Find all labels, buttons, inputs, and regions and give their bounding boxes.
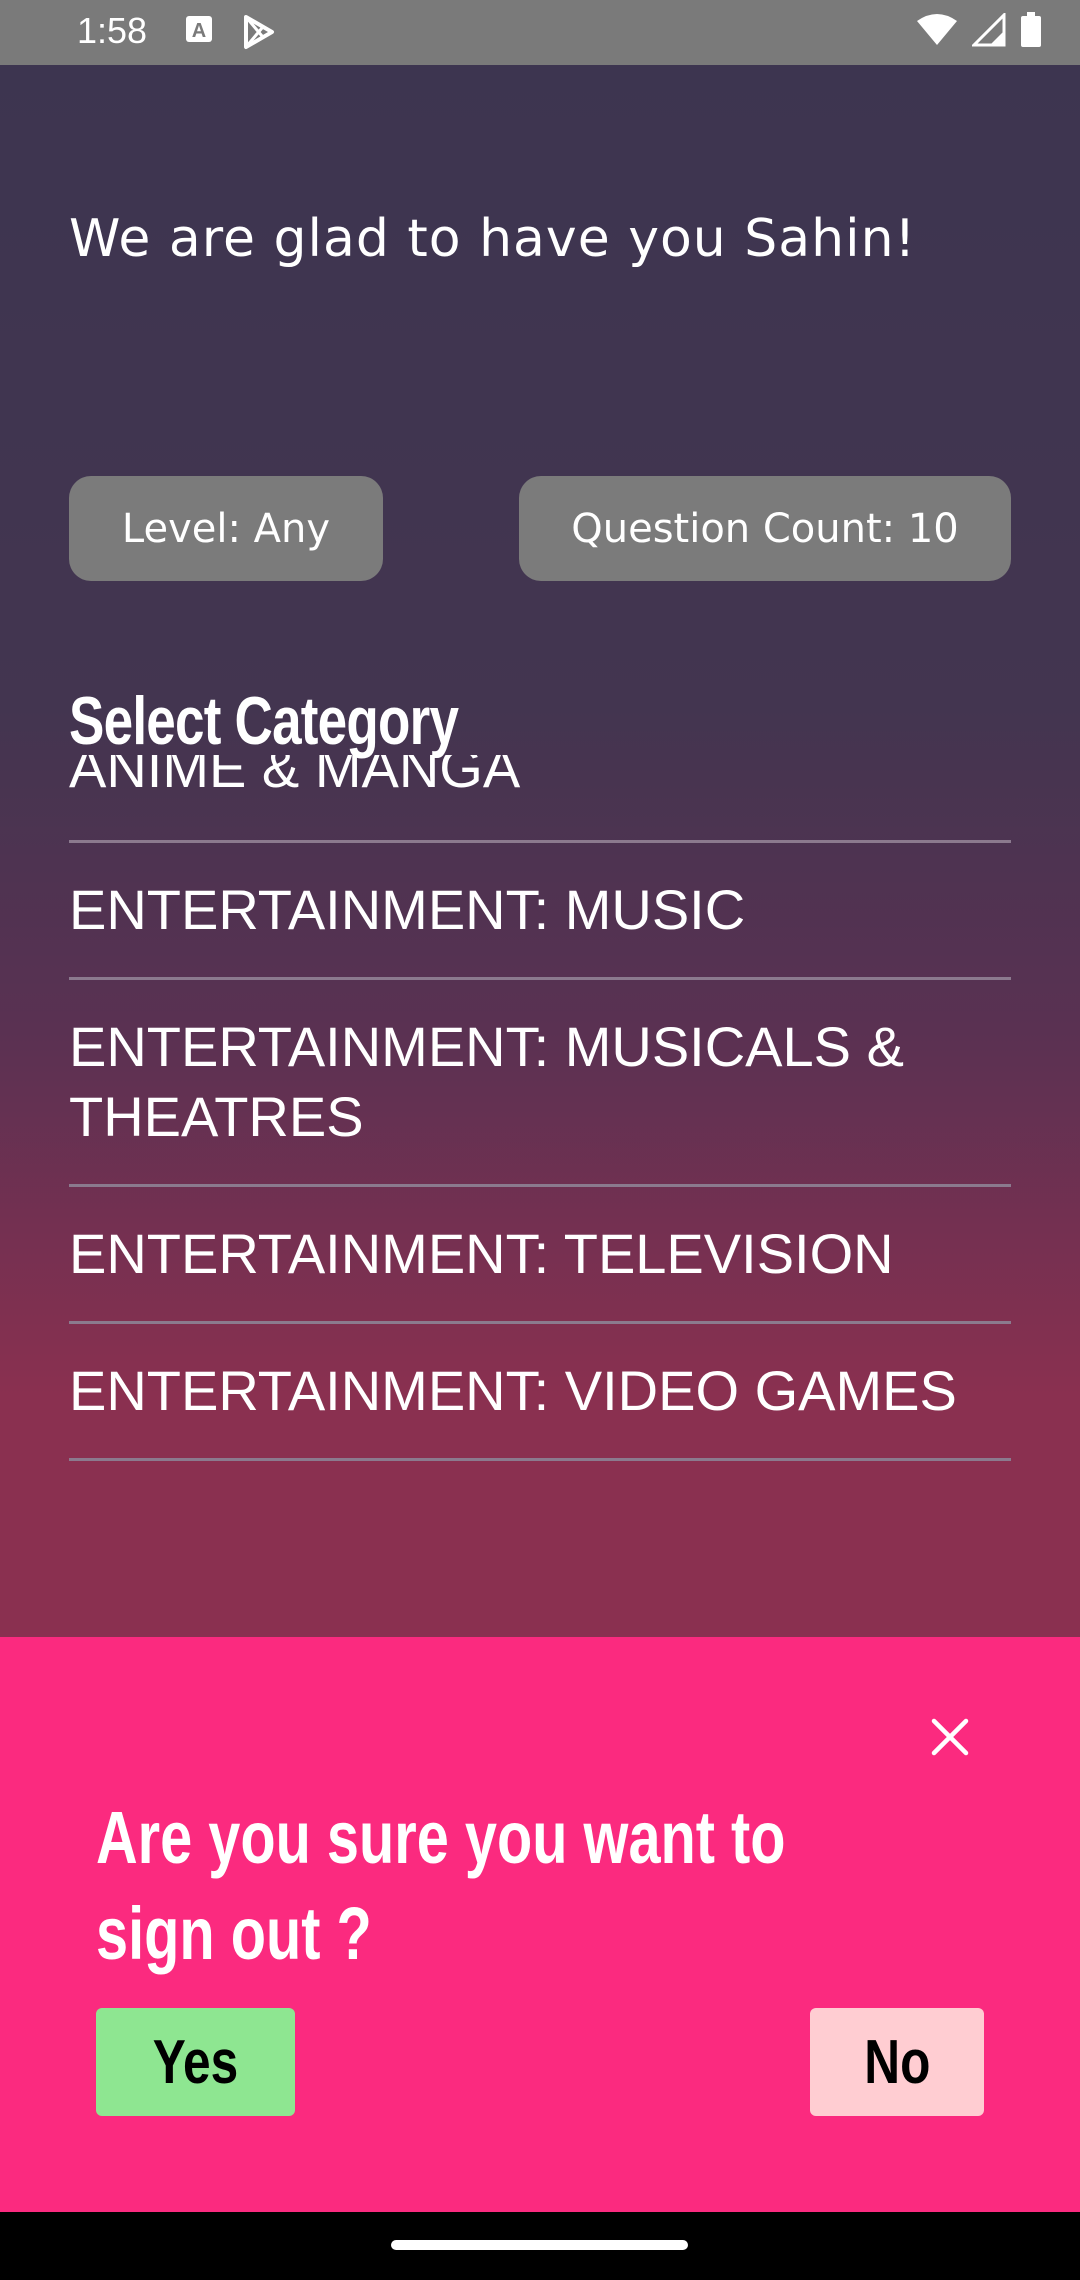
status-right-icons <box>916 11 1042 52</box>
status-time: 1:58 <box>77 10 148 51</box>
status-bar: 1:58 A <box>0 0 1080 65</box>
level-chip-label: Level: Any <box>121 505 331 552</box>
welcome-text: We are glad to have you Sahin! <box>69 209 917 269</box>
close-icon[interactable] <box>926 1713 974 1761</box>
select-category-title: Select Category <box>69 683 459 759</box>
yes-button[interactable]: Yes <box>96 2008 295 2116</box>
yes-button-label: Yes <box>152 2027 239 2097</box>
svg-text:A: A <box>192 20 206 42</box>
play-store-icon <box>240 14 276 54</box>
category-item[interactable]: ENTERTAINMENT: MUSICALS & THEATRES <box>69 980 1011 1187</box>
no-button[interactable]: No <box>810 2008 984 2116</box>
no-button-label: No <box>863 2027 931 2097</box>
home-gesture-handle[interactable] <box>391 2240 688 2250</box>
a-letter-icon: A <box>184 14 214 54</box>
level-chip[interactable]: Level: Any <box>69 476 383 581</box>
question-count-chip-label: Question Count: 10 <box>571 505 959 552</box>
category-list-scroll: ANIME & MANGA ENTERTAINMENT: MUSIC ENTER… <box>69 755 1011 1461</box>
cell-signal-icon <box>970 11 1006 51</box>
battery-icon <box>1020 12 1042 52</box>
wifi-icon <box>916 13 958 51</box>
category-item[interactable]: ANIME & MANGA <box>69 755 1011 843</box>
category-item[interactable]: ENTERTAINMENT: TELEVISION <box>69 1187 1011 1324</box>
question-count-chip[interactable]: Question Count: 10 <box>519 476 1011 581</box>
category-item[interactable]: ENTERTAINMENT: VIDEO GAMES <box>69 1324 1011 1461</box>
sign-out-question: Are you sure you want to sign out ? <box>96 1796 786 1975</box>
category-item[interactable]: ENTERTAINMENT: MUSIC <box>69 843 1011 980</box>
status-left-icons: A <box>184 14 276 54</box>
